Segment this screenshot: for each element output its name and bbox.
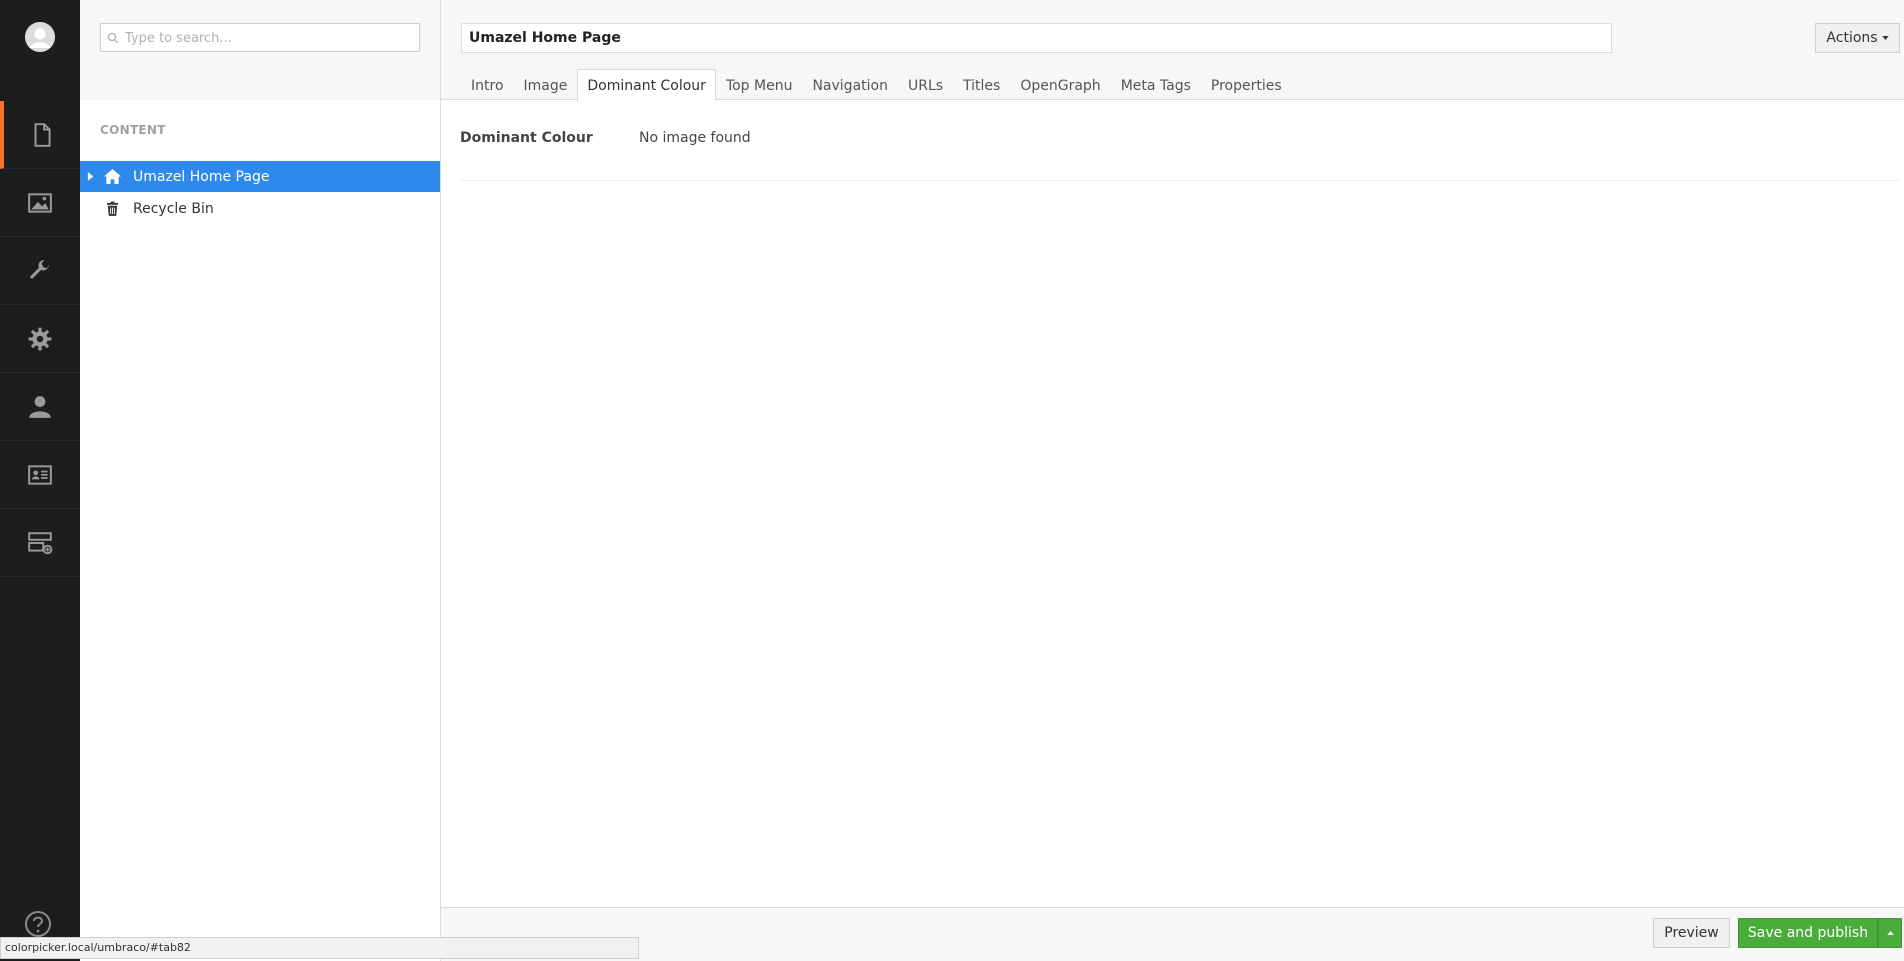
tree-section-heading: CONTENT: [100, 123, 166, 137]
user-avatar-icon: [25, 22, 55, 52]
caret-down-icon: [1881, 36, 1889, 40]
actions-button[interactable]: Actions: [1815, 23, 1900, 53]
editor-header: Actions Intro Image Dominant Colour Top …: [441, 0, 1904, 102]
search-icon: [107, 32, 119, 44]
image-icon: [28, 192, 52, 213]
preview-button[interactable]: Preview: [1653, 918, 1730, 948]
wrench-icon: [30, 259, 49, 279]
app-sidebar: [0, 0, 80, 961]
section-developer[interactable]: [0, 305, 80, 373]
caret-up-icon: [1886, 931, 1894, 935]
publish-options-button[interactable]: [1878, 918, 1902, 948]
section-users[interactable]: [0, 373, 80, 441]
browser-status-url: colorpicker.local/umbraco/#tab82: [0, 937, 639, 959]
property-row: Dominant Colour No image found: [460, 101, 1900, 181]
tab-meta-tags[interactable]: Meta Tags: [1111, 69, 1201, 101]
property-label: Dominant Colour: [460, 130, 593, 146]
tab-image[interactable]: Image: [514, 69, 578, 101]
tree-search-area: [80, 0, 440, 100]
tree-node-label: Recycle Bin: [133, 200, 214, 217]
user-avatar[interactable]: [25, 22, 55, 52]
tab-dominant-colour[interactable]: Dominant Colour: [577, 69, 716, 102]
user-icon: [29, 395, 51, 418]
content-tree-panel: CONTENT Umazel Home Page Recycle Bin: [80, 0, 441, 961]
home-icon: [101, 167, 123, 187]
section-content[interactable]: [0, 101, 80, 169]
content-tabs: Intro Image Dominant Colour Top Menu Nav…: [461, 69, 1292, 102]
section-settings[interactable]: [0, 237, 80, 305]
expand-caret-icon[interactable]: [83, 172, 97, 181]
tab-properties[interactable]: Properties: [1201, 69, 1292, 101]
tree-node-label: Umazel Home Page: [133, 168, 270, 185]
editor-footer: Preview Save and publish: [441, 907, 1904, 961]
section-forms[interactable]: [0, 509, 80, 577]
tree-node-recycle-bin[interactable]: Recycle Bin: [80, 193, 440, 224]
gear-icon: [28, 327, 52, 350]
tree-search-box[interactable]: [100, 23, 420, 52]
actions-button-label: Actions: [1826, 30, 1878, 46]
tab-navigation[interactable]: Navigation: [802, 69, 898, 101]
tree-search-input[interactable]: [125, 27, 415, 49]
section-media[interactable]: [0, 169, 80, 237]
tree-node-home-page[interactable]: Umazel Home Page: [80, 161, 440, 192]
save-and-publish-button[interactable]: Save and publish: [1738, 918, 1878, 948]
section-members[interactable]: [0, 441, 80, 509]
tab-top-menu[interactable]: Top Menu: [716, 69, 803, 101]
editor-content: Dominant Colour No image found: [441, 101, 1904, 907]
document-name-input[interactable]: [461, 23, 1612, 53]
document-icon: [34, 122, 51, 147]
property-value: No image found: [639, 130, 751, 146]
forms-icon: [28, 531, 53, 554]
trash-icon: [101, 199, 123, 219]
tab-opengraph[interactable]: OpenGraph: [1010, 69, 1110, 101]
tab-intro[interactable]: Intro: [461, 69, 514, 101]
id-card-icon: [28, 464, 52, 485]
help-icon[interactable]: [24, 910, 52, 938]
tab-urls[interactable]: URLs: [898, 69, 953, 101]
tab-titles[interactable]: Titles: [953, 69, 1010, 101]
